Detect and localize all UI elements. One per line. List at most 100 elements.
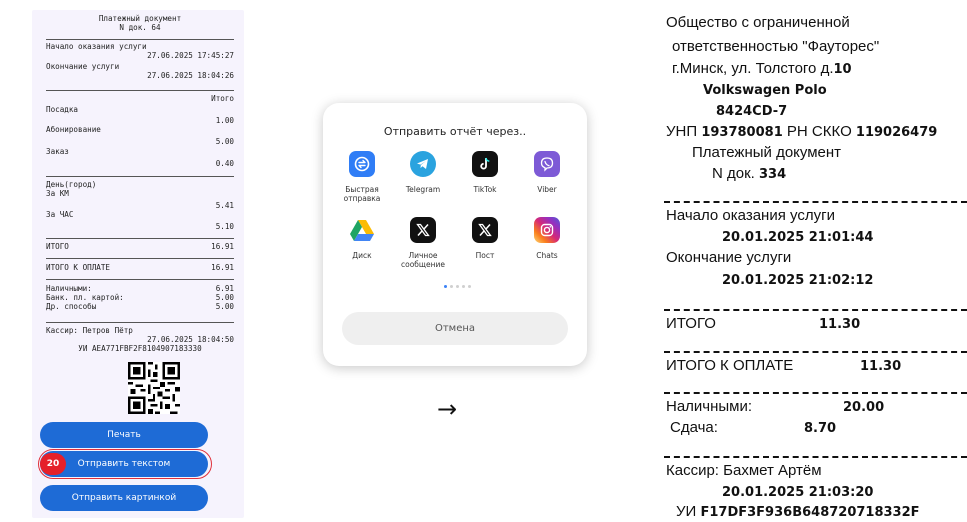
ui-code: УИ AEA771FBF2F8104907183330 [78,344,202,353]
viber-icon [534,151,560,177]
car-plate-text: 8424CD-7 [716,104,788,119]
company-name-1: Общество с ограниченной [666,14,850,31]
app-viber[interactable]: Viber [519,151,575,194]
car-model: Volkswagen Polo [703,80,827,101]
topay-row: ИТОГО К ОПЛАТЕ 16.91 [46,263,234,272]
print-button[interactable]: Печать [40,422,208,448]
car-plate: 8424CD-7 [716,101,787,122]
total-label: ИТОГО [46,242,69,251]
change-value: 8.70 [804,418,836,439]
page-dot [467,285,471,288]
divider [46,90,234,91]
doc-label: N док. [712,165,755,182]
total-row: ИТОГО 16.91 [46,242,234,251]
app-label: Личное сообщение [401,251,445,269]
address-number: 10 [833,62,852,77]
divider [46,176,234,177]
app-telegram[interactable]: Telegram [395,151,451,194]
topay-label: ИТОГО К ОПЛАТЕ [46,263,111,272]
tax-ids: УНП 193780081 РН СККО 119026479 [666,122,937,143]
rn-value: 119026479 [855,125,938,140]
divider [664,201,967,203]
page-dot [443,285,447,288]
company-address: г.Минск, ул. Толстого д.10 [672,59,852,80]
end-time: 27.06.2025 18:04:26 [147,71,234,80]
x-icon [410,217,436,243]
qr-code [128,362,180,414]
receipt-preview-panel: Платежный документ N док. 64 Начало оказ… [32,10,244,518]
cash-value-text: 20.00 [843,400,885,415]
ui-code-text: F17DF3F936B648720718332F [700,505,920,520]
start-time: 27.06.2025 17:45:27 [147,51,234,60]
send-image-button[interactable]: Отправить картинкой [40,485,208,511]
rn-label: РН СККО [786,123,852,140]
app-tiktok[interactable]: TikTok [457,151,513,194]
unp-label: УНП [666,123,698,140]
payment-row: Наличными: 6.91 [46,284,234,293]
payment-label: Наличными: [46,284,92,293]
app-label: Telegram [405,185,441,194]
km-label: За КМ [46,189,69,198]
topay-value: 16.91 [211,263,234,272]
cash-value: 20.00 [843,397,884,418]
end-label: Окончание услуги [666,249,792,266]
tiktok-icon [472,151,498,177]
ui-label: УИ [676,503,697,520]
divider [46,279,234,280]
app-x-post[interactable]: Пост [457,217,513,260]
divider [46,39,234,40]
app-google-drive[interactable]: Диск [334,217,390,260]
payment-value: 6.91 [215,284,234,293]
total-value: 11.30 [819,314,860,335]
app-label: Диск [352,251,372,260]
document-number: N док. 334 [712,164,786,185]
cancel-button[interactable]: Отмена [342,312,568,345]
cashier: Кассир: Петров Пётр [46,326,133,335]
cashier-time: 27.06.2025 18:04:50 [147,335,234,344]
x-icon [472,217,498,243]
doc-value: 334 [759,167,787,182]
line-label: Абонирование [46,125,101,134]
total-value: 16.91 [211,242,234,251]
receipt-doc-number: N док. 64 [119,23,161,32]
line-value: 1.00 [215,116,234,125]
google-drive-icon [349,217,375,243]
trip-label: День(город) [46,180,97,189]
divider [664,351,967,353]
app-quick-share[interactable]: Быстрая отправка [334,151,390,203]
unp-value: 193780081 [701,125,783,140]
telegram-icon [410,151,436,177]
cashier: Кассир: Бахмет Артём [666,462,822,479]
cashier-time: 20.01.2025 21:03:20 [722,482,873,503]
start-time-text: 20.01.2025 21:01:44 [722,230,874,245]
topay-value-text: 11.30 [860,359,902,374]
start-label: Начало оказания услуги [666,207,835,224]
app-x-direct[interactable]: Личное сообщение [395,217,451,269]
end-time-text: 20.01.2025 21:02:12 [722,273,874,288]
divider [664,309,967,311]
cash-label: Наличными: [666,398,753,415]
app-label: Viber [537,185,557,194]
receipt-title: Платежный документ [98,14,182,23]
hour-value: 5.10 [215,222,234,231]
topay-value: 11.30 [860,356,901,377]
address-text: г.Минск, ул. Толстого д. [672,60,834,77]
start-label: Начало оказания услуги [46,42,147,51]
divider [46,258,234,259]
step-badge: 20 [40,453,66,475]
page-dot [455,285,459,288]
start-time: 20.01.2025 21:01:44 [722,227,873,248]
arrow-right-icon: → [437,395,458,423]
end-time: 20.01.2025 21:02:12 [722,270,873,291]
page-dot [449,285,453,288]
app-instagram-chats[interactable]: Chats [519,217,575,260]
line-label: Заказ [46,147,69,156]
page-dot [461,285,465,288]
payment-label: Др. способы [46,302,97,311]
app-label: Пост [475,251,495,260]
payment-row: Др. способы 5.00 [46,302,234,311]
line-value: 5.00 [215,137,234,146]
app-label: Быстрая отправка [343,185,381,203]
ui-code: УИ F17DF3F936B648720718332F [676,502,920,522]
cashier-time-text: 20.01.2025 21:03:20 [722,485,874,500]
